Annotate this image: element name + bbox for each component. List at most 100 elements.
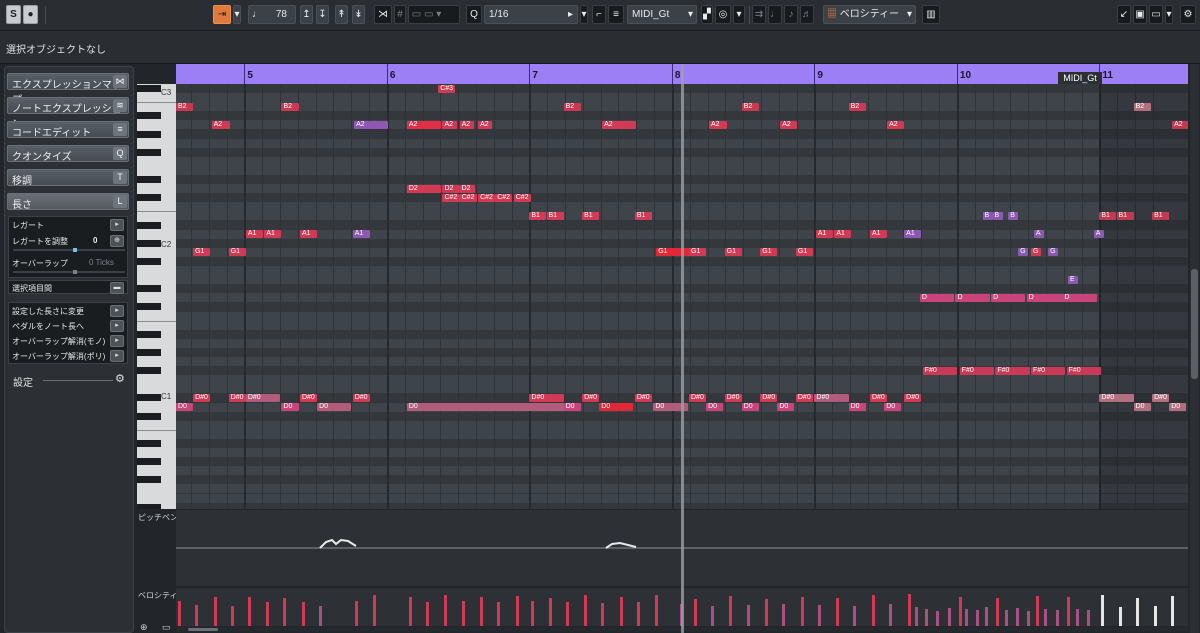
midi-note[interactable]: B2 — [563, 102, 581, 111]
midi-note[interactable]: D#0 — [869, 393, 888, 402]
midi-note[interactable]: B1 — [1099, 211, 1117, 220]
black-key[interactable] — [137, 439, 161, 447]
midi-note[interactable]: G — [1048, 248, 1059, 257]
midi-note[interactable]: B1 — [546, 211, 564, 220]
note-length-icon[interactable]: ⇉ — [752, 5, 766, 24]
velocity-bar[interactable] — [853, 605, 857, 626]
midi-note[interactable]: F#0 — [1031, 366, 1066, 375]
expression-map-button[interactable]: エクスプレッションマップ ⋈ — [7, 73, 129, 106]
midi-note[interactable]: D0 — [848, 403, 866, 411]
velocity-bar[interactable] — [601, 602, 605, 626]
panel-menu-icon[interactable]: ▾ — [1165, 5, 1173, 24]
midi-note[interactable]: D — [955, 293, 990, 302]
settings-gear-icon[interactable]: ⚙ — [1180, 5, 1196, 24]
transpose-button[interactable]: 移調 T — [7, 169, 129, 187]
step-input-icon[interactable]: ▾ — [733, 5, 745, 24]
velocity-bar[interactable] — [1067, 597, 1071, 626]
midi-note[interactable]: G1 — [795, 248, 813, 257]
action-pedal-to-length[interactable]: ペダルをノート長へ — [12, 321, 84, 332]
midi-note[interactable]: A1 — [264, 230, 282, 239]
black-key[interactable] — [137, 285, 161, 293]
midi-note[interactable]: A2 — [211, 120, 231, 129]
midi-note[interactable]: D — [991, 293, 1026, 302]
midi-note[interactable]: B — [992, 211, 1003, 220]
velocity-bar[interactable] — [515, 596, 519, 626]
velocity-bar[interactable] — [1075, 609, 1079, 626]
midi-note[interactable]: C#3 — [438, 84, 456, 93]
midi-note[interactable]: D0 — [599, 403, 634, 411]
velocity-bar[interactable] — [817, 604, 821, 626]
velocity-bar[interactable] — [964, 609, 968, 626]
velocity-bar[interactable] — [907, 593, 911, 626]
black-key[interactable] — [137, 476, 161, 484]
velocity-bar[interactable] — [746, 604, 750, 626]
colors-icon[interactable]: ▞ — [701, 5, 713, 24]
midi-note[interactable]: A1 — [834, 230, 852, 239]
black-key[interactable] — [137, 303, 161, 311]
midi-note[interactable]: A — [1093, 230, 1104, 239]
velocity-bar[interactable] — [1055, 610, 1059, 626]
midi-note[interactable]: G1 — [193, 248, 211, 257]
velocity-bar[interactable] — [947, 608, 951, 626]
velocity-bar[interactable] — [480, 596, 484, 626]
midi-note[interactable]: A1 — [869, 230, 888, 239]
midi-note[interactable]: A2 — [354, 120, 389, 129]
quantize-button[interactable]: Q — [466, 5, 482, 24]
velocity-bar[interactable] — [800, 597, 804, 626]
midi-note[interactable]: D — [1026, 293, 1061, 302]
velocity-bar[interactable] — [1044, 609, 1048, 626]
velocity-bar[interactable] — [497, 602, 501, 626]
midi-note[interactable]: G — [1031, 248, 1041, 257]
velocity-bar[interactable] — [283, 597, 287, 626]
velocity-bar[interactable] — [619, 597, 623, 626]
midi-note[interactable]: B1 — [634, 211, 652, 220]
midi-note[interactable]: B1 — [1152, 211, 1170, 220]
velocity-bar[interactable] — [936, 610, 940, 626]
velocity-bar[interactable] — [301, 602, 305, 626]
velocity-bar[interactable] — [247, 597, 251, 626]
midi-note[interactable]: A2 — [459, 120, 474, 129]
midi-note[interactable]: B1 — [1116, 211, 1134, 220]
black-key[interactable] — [137, 221, 161, 229]
velocity-bar[interactable] — [1035, 596, 1039, 626]
midi-note[interactable]: D0 — [176, 403, 194, 411]
midi-note[interactable]: D2 — [406, 184, 442, 193]
velocity-bar[interactable] — [889, 603, 893, 626]
project-cursor[interactable] — [681, 64, 684, 633]
quantize-select[interactable]: 1/16 ▸ — [484, 5, 578, 24]
black-key[interactable] — [137, 194, 161, 202]
velocity-bar[interactable] — [444, 594, 448, 626]
velocity-bar[interactable] — [1015, 608, 1019, 626]
black-key[interactable] — [137, 239, 161, 247]
midi-note[interactable]: A1 — [245, 230, 263, 239]
legato-adjust-icon[interactable]: ⊕ — [110, 235, 124, 247]
midi-note[interactable]: F#0 — [959, 366, 994, 375]
midi-note[interactable]: D#0 — [193, 393, 211, 402]
midi-note[interactable]: G1 — [689, 248, 707, 257]
midi-note[interactable]: B1 — [529, 211, 547, 220]
velocity-bar[interactable] — [548, 598, 552, 626]
midi-note[interactable]: B — [1008, 211, 1019, 220]
midi-note[interactable]: A1 — [352, 230, 370, 239]
black-key[interactable] — [137, 85, 161, 92]
velocity-bar[interactable] — [655, 594, 659, 626]
black-key[interactable] — [137, 412, 161, 420]
midi-note[interactable]: D0 — [777, 403, 795, 411]
autoscroll-menu-icon[interactable]: ▾ — [233, 5, 241, 24]
grid-options-icon[interactable]: ▭ ▭ ▾ — [408, 5, 460, 24]
velocity-bar[interactable] — [914, 607, 918, 626]
midi-note[interactable]: D#0 — [1152, 393, 1170, 402]
velocity-bar[interactable] — [373, 595, 377, 626]
piano-keyboard[interactable]: C3C2C1C0 — [137, 84, 176, 509]
nudge-left-button[interactable]: ↟ — [335, 5, 348, 24]
legato-adjust-value[interactable]: 0 — [93, 236, 97, 245]
midi-note[interactable]: C#2 — [442, 193, 460, 202]
midi-note[interactable]: D0 — [317, 403, 352, 411]
keyboard-icon[interactable]: ▥ — [922, 5, 940, 24]
midi-note[interactable]: B2 — [1133, 102, 1151, 111]
midi-note[interactable]: D0 — [706, 403, 724, 411]
midi-note[interactable]: G — [1018, 248, 1029, 257]
velocity-bar[interactable] — [178, 600, 181, 626]
velocity-bar[interactable] — [1118, 607, 1122, 626]
velocity-bar[interactable] — [729, 596, 733, 626]
